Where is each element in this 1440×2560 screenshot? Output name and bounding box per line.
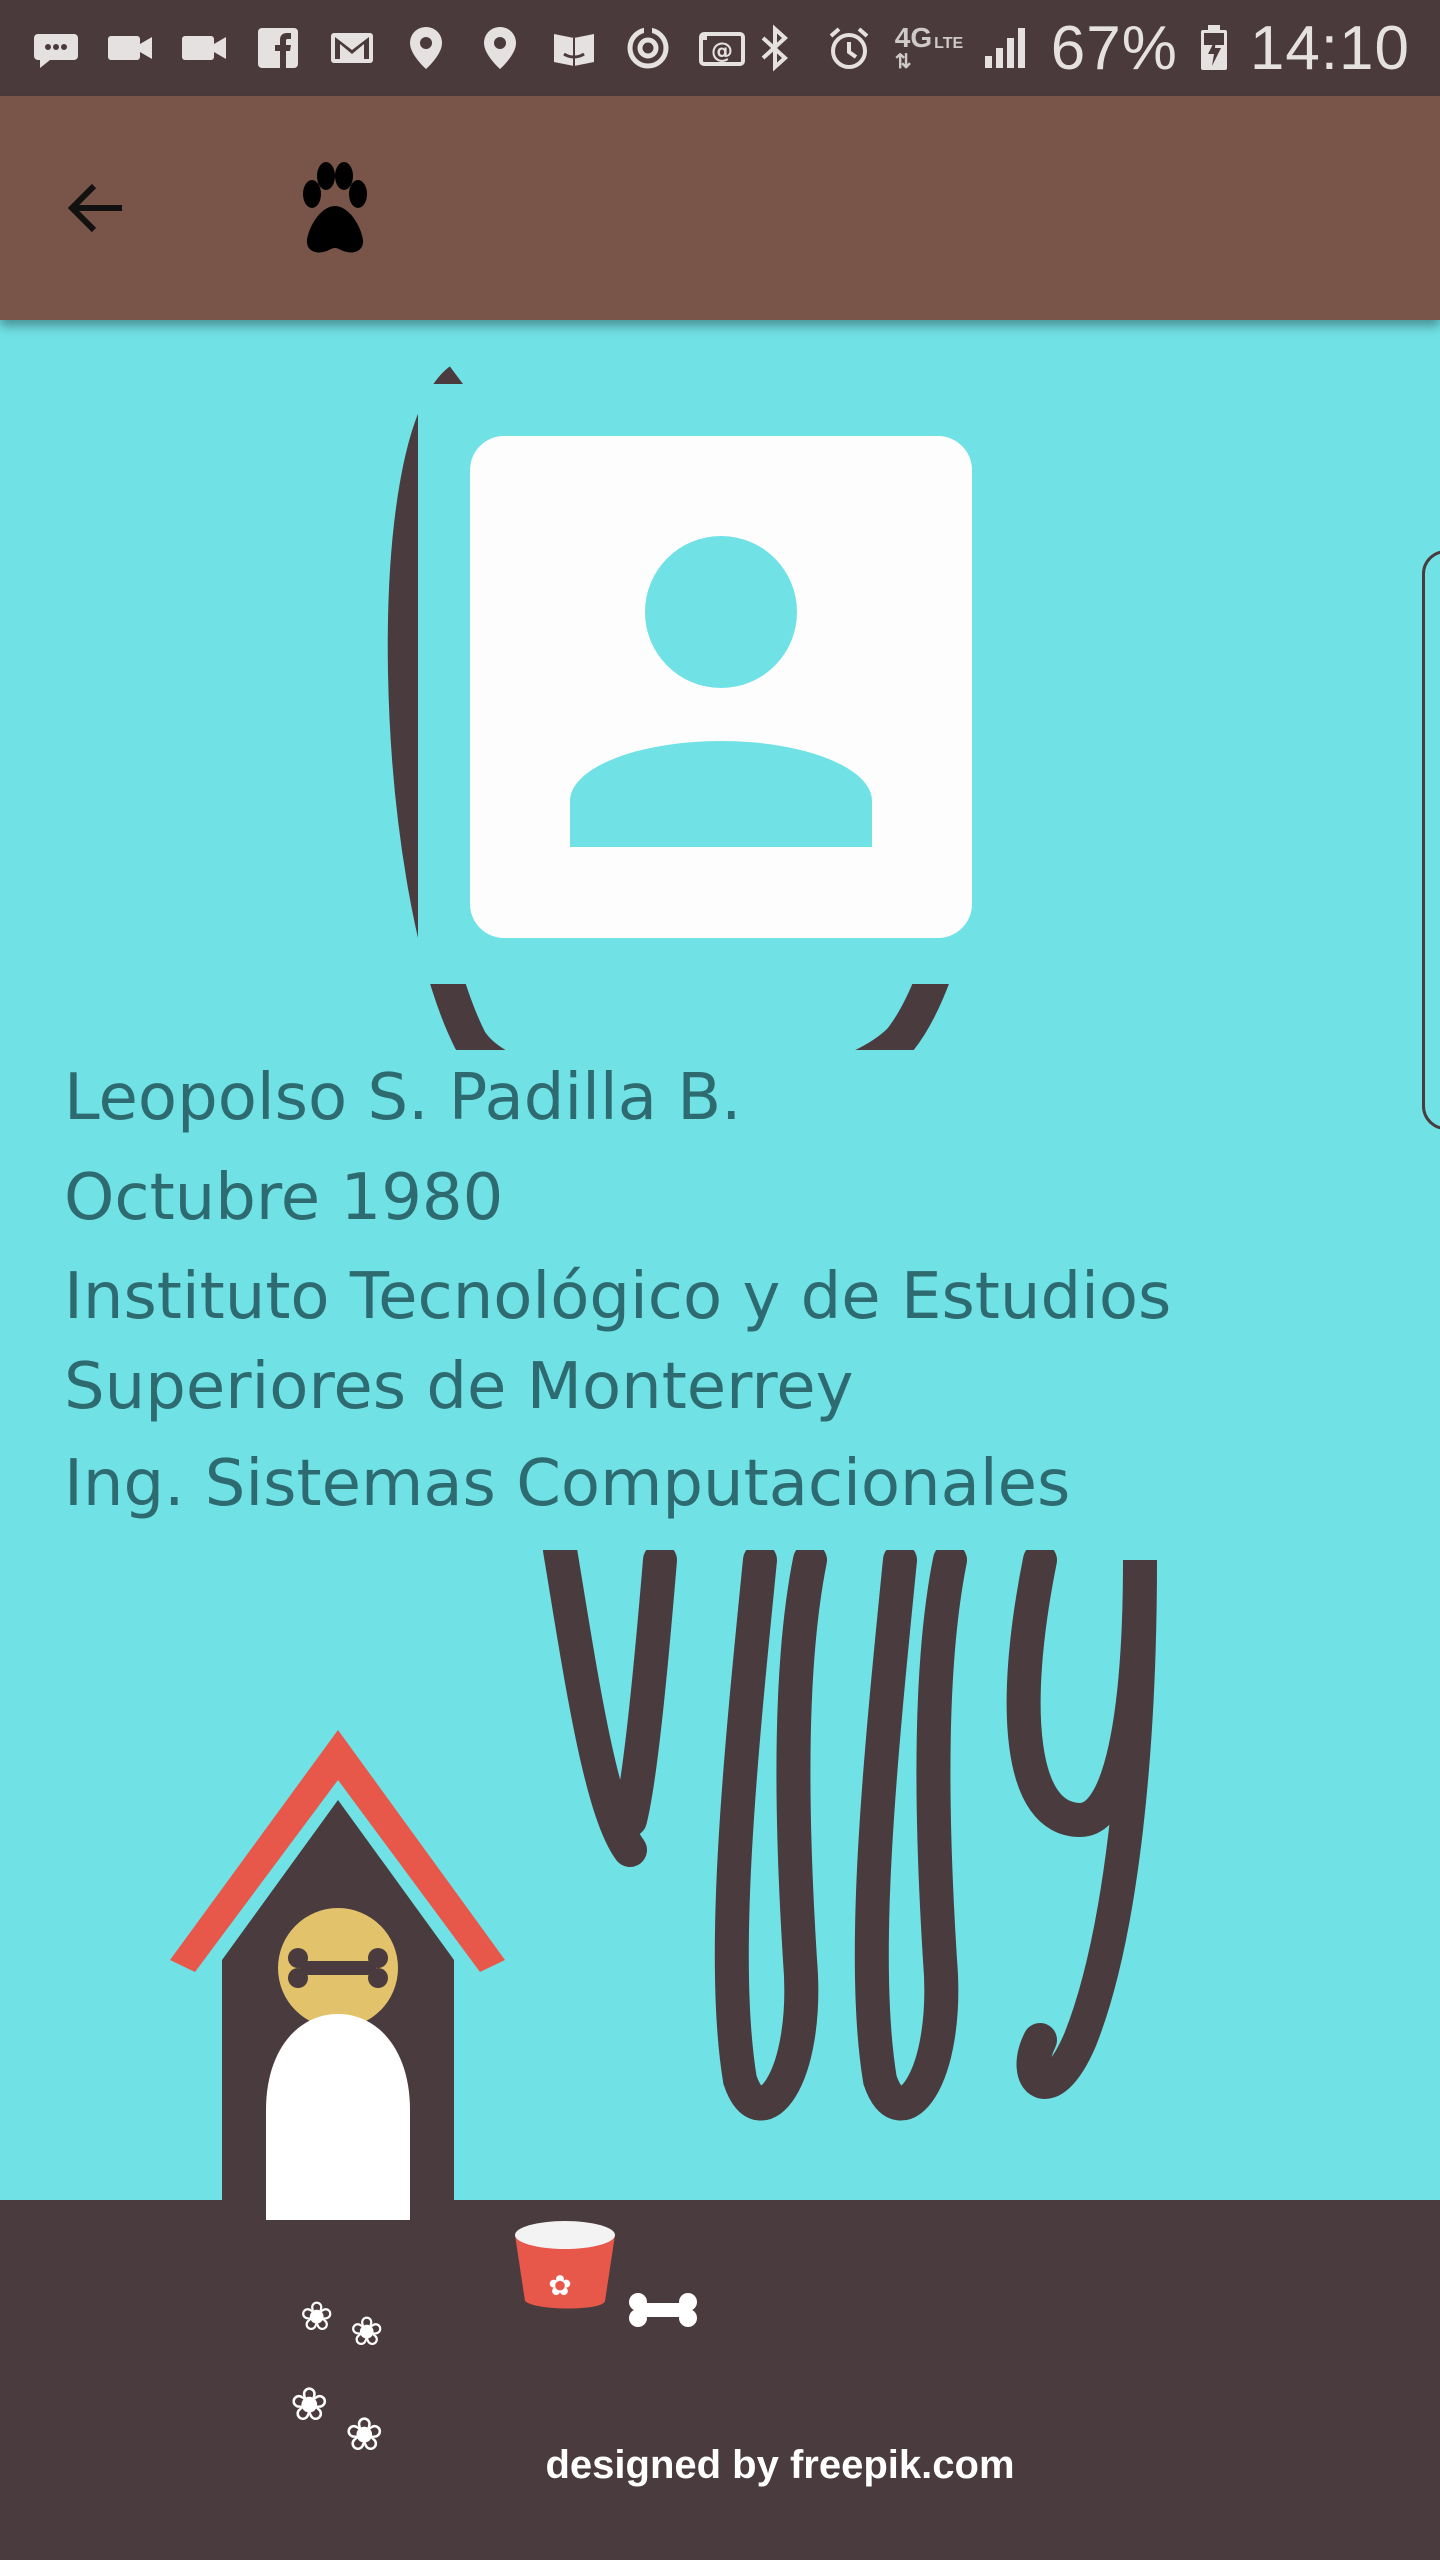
messages-icon xyxy=(28,24,84,72)
bluetooth-icon xyxy=(747,24,803,72)
alarm-icon xyxy=(821,24,877,72)
svg-text:✿: ✿ xyxy=(548,2269,571,2302)
notification-icons: @ xyxy=(28,14,750,82)
person-placeholder-icon xyxy=(470,436,972,938)
network-sub-label: LTE xyxy=(934,35,964,52)
network-type: 4G LTE ⇅ xyxy=(894,22,963,73)
arrow-back-icon xyxy=(67,183,122,233)
sync-icon xyxy=(620,24,676,72)
video-icon xyxy=(102,24,158,72)
profile-school: Instituto Tecnológico y de Estudios Supe… xyxy=(64,1260,1172,1424)
side-drawer-handle[interactable] xyxy=(1422,550,1440,1130)
battery-percent: 67% xyxy=(1050,13,1178,83)
profile-avatar[interactable] xyxy=(418,384,1024,984)
svg-text:❀: ❀ xyxy=(350,2309,384,2355)
back-button[interactable] xyxy=(40,152,152,264)
paw-icon xyxy=(303,162,367,253)
profile-name: Leopolso S. Padilla B. xyxy=(64,1061,742,1135)
signal-icon xyxy=(977,24,1033,72)
profile-career: Ing. Sistemas Computacionales xyxy=(64,1447,1071,1521)
gmail-icon xyxy=(324,24,380,72)
location-icon xyxy=(472,24,528,72)
facebook-icon xyxy=(250,24,306,72)
svg-text:❀: ❀ xyxy=(300,2294,334,2340)
network-type-label: 4G xyxy=(894,22,933,53)
clock: 14:10 xyxy=(1249,13,1410,83)
svg-text:❀: ❀ xyxy=(345,2407,384,2461)
email-icon: @ xyxy=(694,24,750,72)
system-icons: 4G LTE ⇅ 67% 14:10 xyxy=(747,13,1410,83)
data-arrows-icon: ⇅ xyxy=(894,51,912,73)
svg-text:@: @ xyxy=(711,39,733,64)
location-icon xyxy=(398,24,454,72)
profile-birth-date: Octubre 1980 xyxy=(64,1161,504,1235)
profile-info: Leopolso S. Padilla B. Octubre 1980 Inst… xyxy=(22,1050,1378,1550)
svg-text:❀: ❀ xyxy=(290,2377,329,2431)
battery-charging-icon xyxy=(1196,24,1232,72)
app-bar xyxy=(0,96,1440,320)
amazon-kindle-icon xyxy=(546,24,602,72)
video-icon xyxy=(176,24,232,72)
status-bar: @ 4G LTE ⇅ 67% 14:10 xyxy=(0,0,1440,96)
credit-text: designed by freepik.com xyxy=(545,2443,1014,2487)
